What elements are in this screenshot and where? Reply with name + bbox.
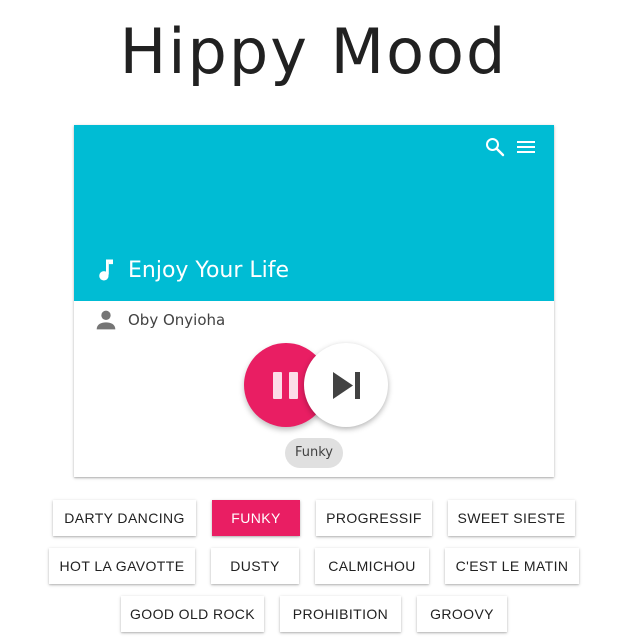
- music-note-icon: [99, 259, 113, 281]
- page: Hippy Mood Enjoy Your Life Oby Onyioha F…: [0, 0, 627, 641]
- skip-next-icon: [333, 372, 360, 399]
- mood-button[interactable]: HOT LA GAVOTTE: [49, 548, 195, 584]
- song-title: Enjoy Your Life: [128, 257, 290, 283]
- song-info: Enjoy Your Life: [92, 253, 289, 287]
- app-title: Hippy Mood: [119, 15, 508, 88]
- artist-info: Oby Onyioha: [92, 305, 225, 335]
- next-track-button[interactable]: [304, 343, 388, 427]
- mood-button[interactable]: SWEET SIESTE: [448, 500, 575, 536]
- search-button[interactable]: [483, 135, 511, 159]
- mood-button[interactable]: DARTY DANCING: [53, 500, 196, 536]
- current-mood-chip: Funky: [285, 438, 343, 468]
- player-header: Enjoy Your Life: [74, 125, 554, 301]
- player-card: Enjoy Your Life Oby Onyioha Funky: [74, 125, 554, 477]
- menu-icon: [517, 141, 535, 153]
- mood-button[interactable]: CALMICHOU: [315, 548, 429, 584]
- person-icon: [96, 310, 116, 330]
- mood-button[interactable]: GROOVY: [417, 596, 507, 632]
- mood-button[interactable]: FUNKY: [212, 500, 300, 536]
- mood-button[interactable]: DUSTY: [211, 548, 299, 584]
- mood-button[interactable]: PROGRESSIF: [316, 500, 432, 536]
- mood-button[interactable]: C'EST LE MATIN: [445, 548, 579, 584]
- mood-button[interactable]: GOOD OLD ROCK: [121, 596, 264, 632]
- artist-name: Oby Onyioha: [128, 311, 226, 329]
- mood-button[interactable]: PROHIBITION: [280, 596, 401, 632]
- menu-button[interactable]: [514, 135, 542, 159]
- search-icon: [486, 138, 505, 157]
